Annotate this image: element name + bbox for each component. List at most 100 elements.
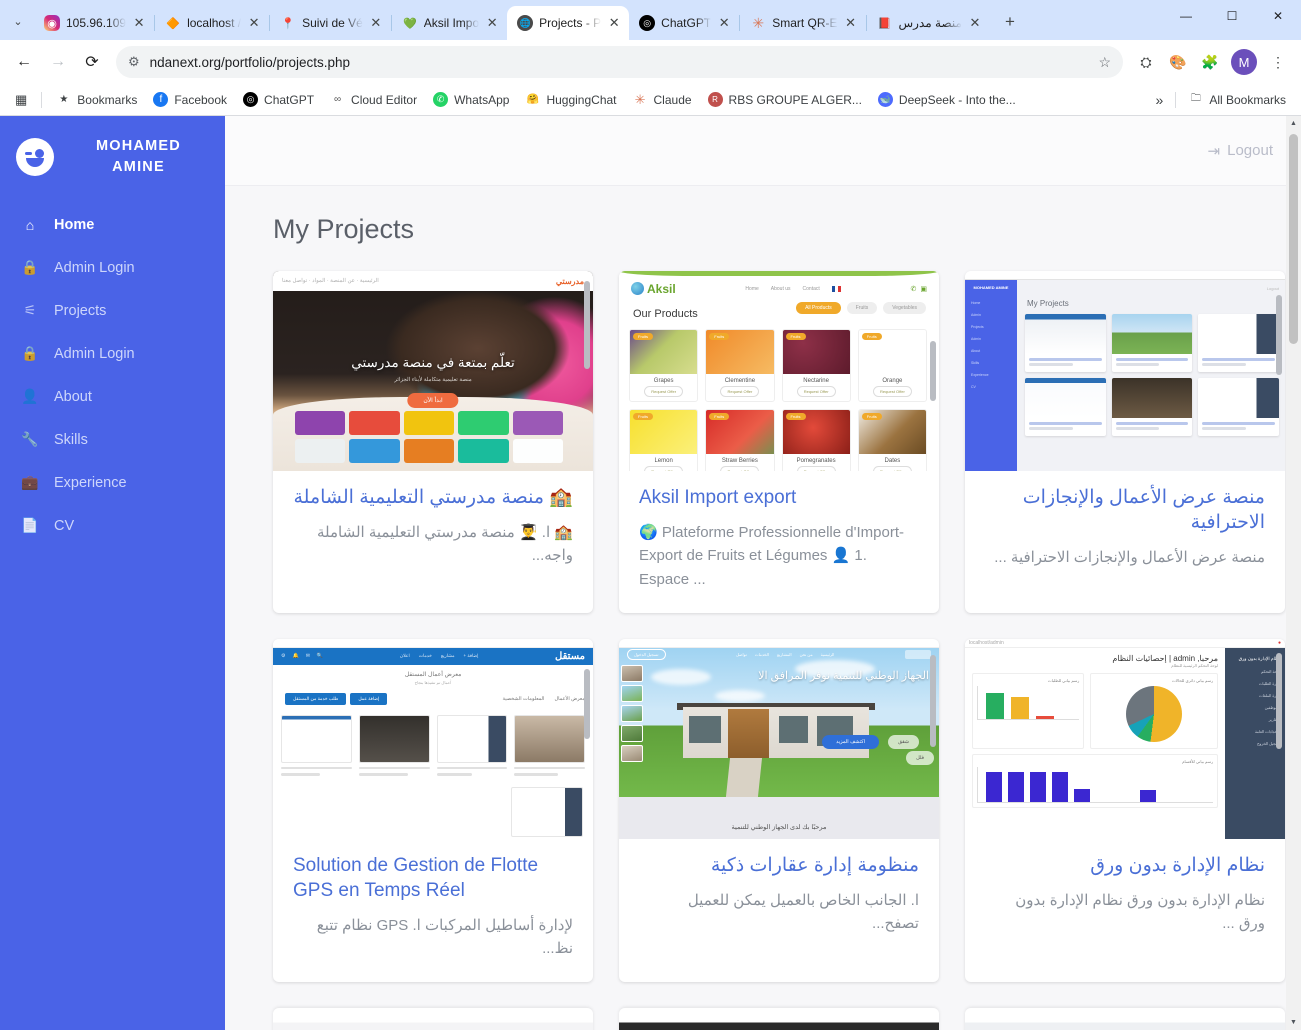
bookmark-item[interactable]: f Facebook (146, 88, 234, 111)
project-card[interactable]: MOHAMED AMINE HomeAdminProjects AdminAbo… (965, 271, 1285, 613)
thumb-nav: Home About us Contact (745, 286, 840, 292)
maximize-button[interactable]: ☐ (1209, 0, 1255, 32)
browser-tab-active[interactable]: 🌐 Projects - P ✕ (507, 6, 629, 40)
project-card[interactable]: ⚙🔔✉🔍 اعلانخدماتمشاريع+ إضافة مستقل معرض … (273, 639, 593, 983)
tune-icon[interactable]: ⚙ (128, 54, 140, 70)
bookmark-star-icon[interactable]: ☆ (1098, 54, 1111, 71)
site-topbar: ⇥ Logout (225, 116, 1301, 186)
project-title[interactable]: نظام الإدارة بدون ورق (985, 853, 1265, 878)
project-card[interactable]: تسجيل الدخول الرئيسيةمن نحنالمشاريعالخدم… (619, 639, 939, 983)
profile-avatar[interactable]: M (1231, 49, 1257, 75)
bookmark-item[interactable]: ★ Bookmarks (49, 88, 144, 111)
sidebar-item-home[interactable]: ⌂ Home (0, 204, 225, 246)
close-icon[interactable]: ✕ (844, 15, 858, 31)
sidebar-item-experience[interactable]: 💼 Experience (0, 461, 225, 504)
sidebar-item-cv[interactable]: 📄 CV (0, 504, 225, 547)
reload-button[interactable]: ⟳ (76, 46, 108, 78)
project-card[interactable] (619, 1008, 939, 1030)
chatgpt-icon: ◎ (243, 92, 258, 107)
page-viewport: MOHAMED AMINE ⌂ Home 🔒 Admin Login ⚟ Pro… (0, 116, 1301, 1030)
tab-search-button[interactable]: ⌄ (4, 7, 32, 35)
close-icon[interactable]: ✕ (968, 15, 982, 31)
thumb-cta-button: اكتشف المزيد (822, 735, 879, 749)
thumb-sidebar: MOHAMED AMINE HomeAdminProjects AdminAbo… (965, 280, 1017, 471)
bookmark-item[interactable]: 🤗 HuggingChat (518, 88, 623, 111)
sidebar-item-label: About (54, 389, 92, 405)
close-icon[interactable]: ✕ (369, 15, 383, 31)
project-card[interactable]: الرئيسية · عن المنصة · المواد · تواصل مع… (273, 271, 593, 613)
minimize-button[interactable]: — (1163, 0, 1209, 32)
extensions-icon[interactable]: ⛭ (1131, 47, 1161, 77)
forward-button[interactable]: → (42, 46, 74, 78)
browser-tab[interactable]: 📍 Suivi de Vé ✕ (270, 6, 391, 40)
brand-block: MOHAMED AMINE (0, 136, 225, 204)
apps-grid-icon[interactable]: ▦ (8, 88, 34, 112)
chatgpt-icon: ◎ (639, 15, 655, 31)
project-title[interactable]: منصة عرض الأعمال والإنجازات الاحترافية (985, 485, 1265, 535)
thumb-cta-button: ابدأ الآن (407, 393, 458, 408)
home-icon: ⌂ (20, 217, 40, 233)
sidebar-item-admin-login-2[interactable]: 🔒 Admin Login (0, 332, 225, 375)
project-description: لإدارة أساطيل المركبات ا. GPS نظام تتبع … (293, 914, 573, 961)
project-description: 🏫 ا. 👨‍🎓 منصة مدرستي التعليمية الشاملة و… (293, 521, 573, 568)
back-button[interactable]: ← (8, 46, 40, 78)
close-icon[interactable]: ✕ (132, 15, 146, 31)
scroll-up-arrow[interactable]: ▲ (1286, 116, 1301, 131)
bookmark-item[interactable]: 🐋 DeepSeek - Into the... (871, 88, 1023, 111)
tab-title: Suivi de Vé (302, 16, 363, 30)
project-title[interactable]: 🏫 منصة مدرستي التعليمية الشاملة (293, 485, 573, 510)
project-card[interactable] (273, 1008, 593, 1030)
browser-tab[interactable]: 📕 منصة مدرس ✕ (867, 6, 990, 40)
project-card[interactable] (965, 1008, 1285, 1030)
sidebar-item-about[interactable]: 👤 About (0, 375, 225, 418)
close-icon[interactable]: ✕ (717, 15, 731, 31)
bookmark-item[interactable]: ✳ Claude (626, 88, 699, 111)
page-scrollbar[interactable]: ▲ ▼ (1286, 116, 1301, 1030)
project-title[interactable]: Aksil Import export (639, 485, 919, 510)
tab-title: Projects - P (539, 16, 601, 30)
project-card[interactable]: localhost/admin ● مرحبا, admin | إحصائيا… (965, 639, 1285, 983)
project-title[interactable]: Solution de Gestion de Flotte GPS en Tem… (293, 853, 573, 903)
thumb-menu: الرئيسية · عن المنصة · المواد · تواصل مع… (282, 278, 379, 284)
close-icon[interactable]: ✕ (485, 15, 499, 31)
bookmarks-bar: ▦ ★ Bookmarks f Facebook ◎ ChatGPT ∞ Clo… (0, 84, 1301, 116)
bookmarks-overflow: » 🗀 All Bookmarks (1149, 88, 1293, 112)
sidebar-item-admin-login[interactable]: 🔒 Admin Login (0, 246, 225, 289)
puzzle-icon[interactable]: 🧩 (1195, 47, 1225, 77)
close-window-button[interactable]: ✕ (1255, 0, 1301, 32)
phpmyadmin-icon: 🔶 (165, 15, 181, 31)
close-icon[interactable]: ✕ (247, 15, 261, 31)
maps-pin-icon: 📍 (280, 15, 296, 31)
realestate-hero-screenshot: تسجيل الدخول الرئيسيةمن نحنالمشاريعالخدم… (619, 639, 939, 839)
sidebar-item-skills[interactable]: 🔧 Skills (0, 418, 225, 461)
bookmark-item[interactable]: ◎ ChatGPT (236, 88, 321, 111)
scroll-down-arrow[interactable]: ▼ (1286, 1015, 1301, 1030)
bookmark-label: Claude (654, 93, 692, 107)
browser-tab[interactable]: 🔶 localhost / ✕ (155, 6, 269, 40)
browser-tab[interactable]: ✳ Smart QR-E ✕ (740, 6, 865, 40)
thumb-headline: تعلّم بمتعة في منصة مدرستي (273, 355, 593, 371)
project-description: ا. الجانب الخاص بالعميل يمكن للعميل تصفح… (639, 889, 919, 936)
browser-menu-icon[interactable]: ⋮ (1263, 47, 1293, 77)
tab-title: Aksil Impo (424, 16, 479, 30)
logout-button[interactable]: ⇥ Logout (1208, 142, 1273, 160)
browser-tab[interactable]: ◎ ChatGPT ✕ (629, 6, 739, 40)
all-bookmarks-button[interactable]: 🗀 All Bookmarks (1181, 88, 1293, 111)
browser-tab[interactable]: ◉ 105.96.109 ✕ (34, 6, 154, 40)
bookmark-item[interactable]: R RBS GROUPE ALGER... (701, 88, 869, 111)
thumb-product: Fruits Orange Request Offer (858, 329, 927, 402)
sidebar-item-projects[interactable]: ⚟ Projects (0, 289, 225, 332)
palette-icon[interactable]: 🎨 (1163, 47, 1193, 77)
project-title[interactable]: منظومة إدارة عقارات ذكية (639, 853, 919, 878)
thumb-product-grid: Fruits Grapes Request Offer Fruits Cleme… (629, 329, 927, 471)
lock-icon: 🔒 (20, 259, 40, 276)
bookmark-item[interactable]: ∞ Cloud Editor (323, 88, 424, 111)
new-tab-button[interactable]: + (996, 8, 1024, 36)
bookmark-item[interactable]: ✆ WhatsApp (426, 88, 516, 111)
browser-tab[interactable]: 💚 Aksil Impo ✕ (392, 6, 507, 40)
bookmarks-overflow-button[interactable]: » (1149, 88, 1171, 112)
address-bar[interactable]: ⚙ ndanext.org/portfolio/projects.php ☆ (116, 46, 1123, 78)
close-icon[interactable]: ✕ (607, 15, 621, 31)
scrollbar-thumb[interactable] (1289, 134, 1298, 344)
project-card[interactable]: Aksil Home About us Contact ✆ (619, 271, 939, 613)
